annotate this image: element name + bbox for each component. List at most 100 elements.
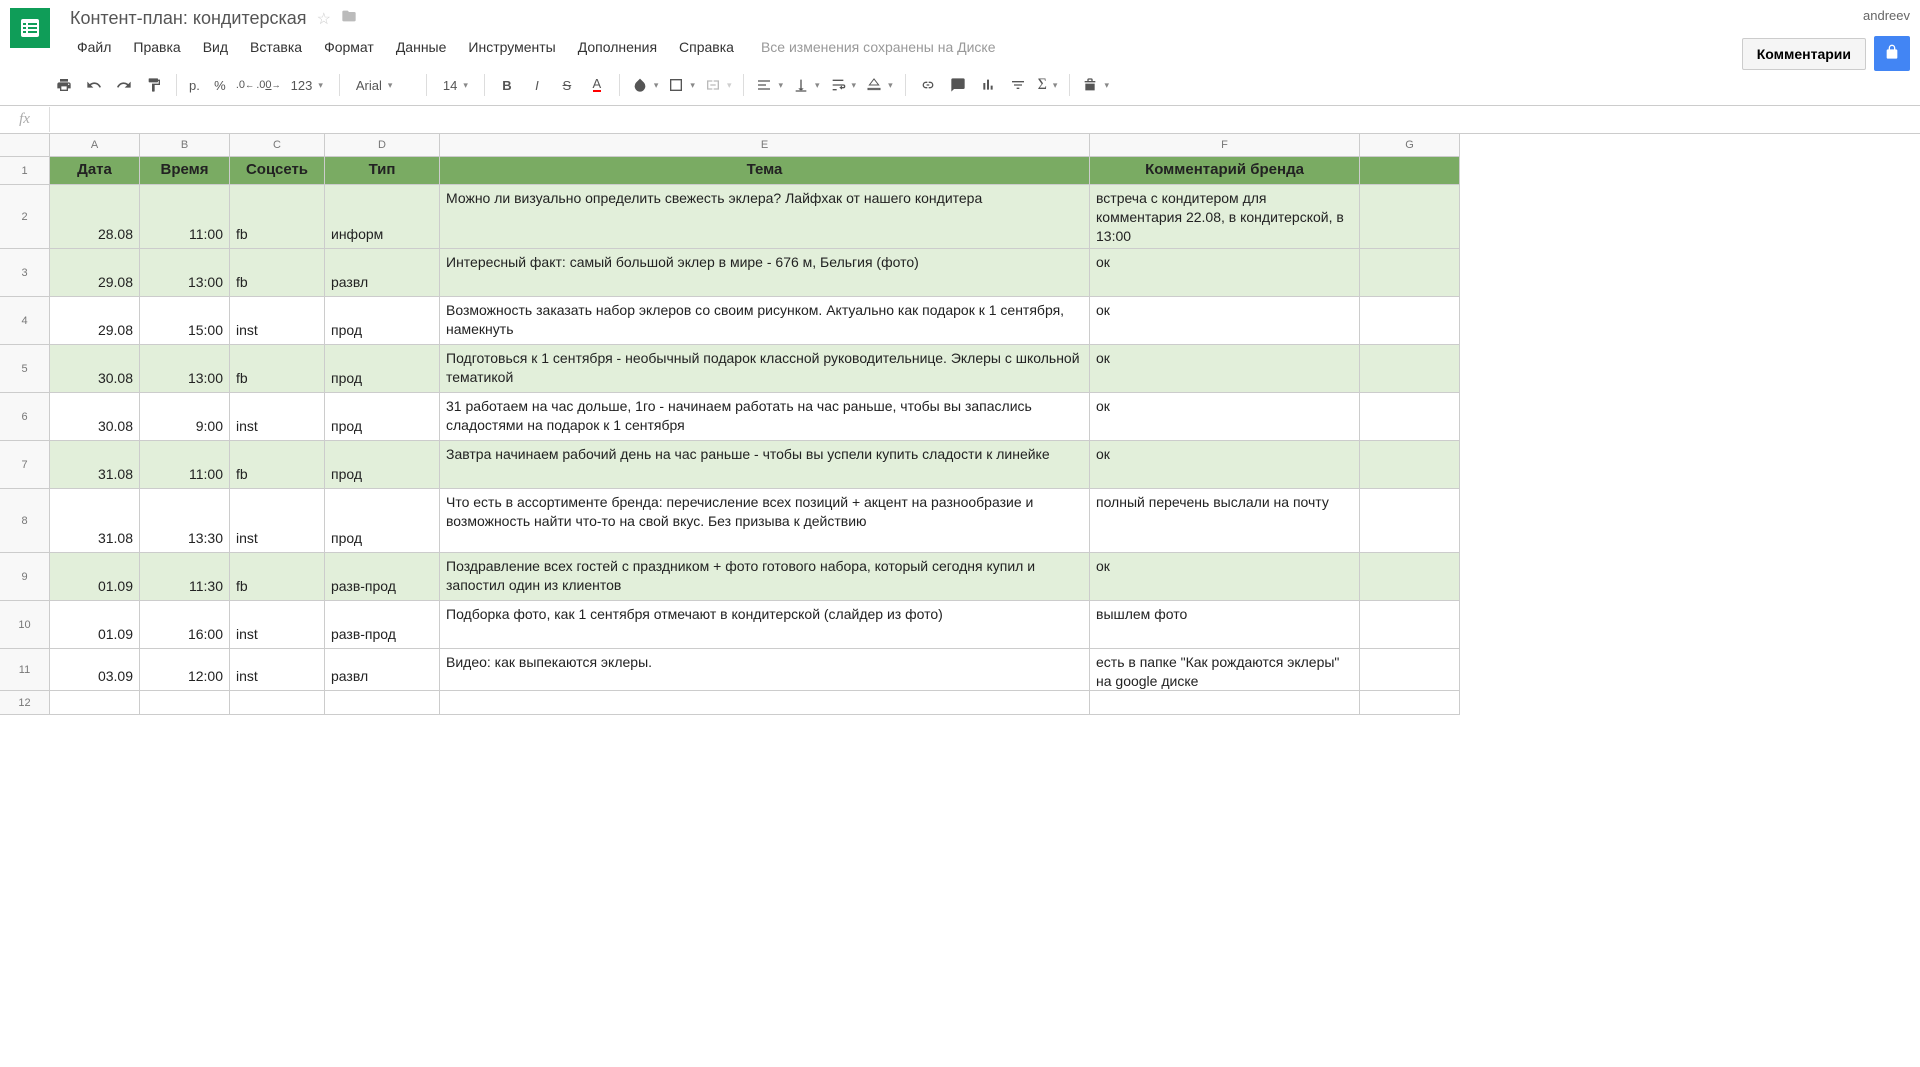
cell[interactable]: fb <box>230 249 325 297</box>
cell[interactable]: ок <box>1090 441 1360 489</box>
fill-color-button[interactable]: ▾ <box>628 72 663 98</box>
font-family-dropdown[interactable]: Arial▾ <box>348 72 418 98</box>
cell[interactable] <box>1360 157 1460 185</box>
cell[interactable]: 13:30 <box>140 489 230 553</box>
cell[interactable]: разв-прод <box>325 553 440 601</box>
cell[interactable]: 11:30 <box>140 553 230 601</box>
cell[interactable]: Время <box>140 157 230 185</box>
cell[interactable]: 31 работаем на час дольше, 1го - начинае… <box>440 393 1090 441</box>
cell[interactable]: прод <box>325 297 440 345</box>
user-name[interactable]: andreev <box>1863 8 1910 23</box>
horizontal-align-button[interactable]: ▾ <box>752 72 787 98</box>
cell[interactable]: 15:00 <box>140 297 230 345</box>
cell[interactable] <box>50 691 140 715</box>
cell[interactable] <box>1360 185 1460 249</box>
col-header-D[interactable]: D <box>325 134 440 157</box>
number-format-dropdown[interactable]: 123▾ <box>283 72 331 98</box>
borders-button[interactable]: ▾ <box>664 72 699 98</box>
merge-cells-button[interactable]: ▾ <box>701 72 736 98</box>
row-header-9[interactable]: 9 <box>0 553 50 601</box>
document-title[interactable]: Контент-план: кондитерская <box>70 8 307 29</box>
text-rotation-button[interactable]: ▾ <box>862 72 897 98</box>
paint-format-icon[interactable] <box>140 71 168 99</box>
cell[interactable]: 30.08 <box>50 393 140 441</box>
cell[interactable]: Комментарий бренда <box>1090 157 1360 185</box>
cell[interactable]: Подборка фото, как 1 сентября отмечают в… <box>440 601 1090 649</box>
row-header-2[interactable]: 2 <box>0 185 50 249</box>
menu-правка[interactable]: Правка <box>126 35 187 59</box>
folder-icon[interactable] <box>341 8 357 29</box>
insert-link-icon[interactable] <box>914 71 942 99</box>
col-header-C[interactable]: C <box>230 134 325 157</box>
cell[interactable]: есть в папке "Как рождаются эклеры" на g… <box>1090 649 1360 691</box>
text-wrap-button[interactable]: ▾ <box>826 72 861 98</box>
cell[interactable] <box>1360 691 1460 715</box>
cell[interactable]: 16:00 <box>140 601 230 649</box>
share-button[interactable] <box>1874 36 1910 71</box>
row-header-10[interactable]: 10 <box>0 601 50 649</box>
cell[interactable]: ок <box>1090 553 1360 601</box>
row-header-1[interactable]: 1 <box>0 157 50 185</box>
col-header-E[interactable]: E <box>440 134 1090 157</box>
text-color-button[interactable]: A <box>583 71 611 99</box>
cell[interactable]: Интересный факт: самый большой эклер в м… <box>440 249 1090 297</box>
menu-справка[interactable]: Справка <box>672 35 741 59</box>
cell[interactable]: прод <box>325 489 440 553</box>
cell[interactable]: Тема <box>440 157 1090 185</box>
cell[interactable] <box>1360 393 1460 441</box>
cell[interactable] <box>1360 345 1460 393</box>
cell[interactable] <box>1360 649 1460 691</box>
cell[interactable]: 31.08 <box>50 441 140 489</box>
row-header-12[interactable]: 12 <box>0 691 50 715</box>
decrease-decimal-button[interactable]: .0← <box>236 71 254 99</box>
cell[interactable] <box>1360 441 1460 489</box>
star-icon[interactable]: ☆ <box>317 9 331 29</box>
row-header-7[interactable]: 7 <box>0 441 50 489</box>
cell[interactable]: Что есть в ассортименте бренда: перечисл… <box>440 489 1090 553</box>
cell[interactable]: Возможность заказать набор эклеров со св… <box>440 297 1090 345</box>
menu-формат[interactable]: Формат <box>317 35 381 59</box>
increase-decimal-button[interactable]: .00→ <box>256 71 280 99</box>
menu-вставка[interactable]: Вставка <box>243 35 309 59</box>
cell[interactable]: fb <box>230 185 325 249</box>
cell[interactable] <box>1360 249 1460 297</box>
cell[interactable]: inst <box>230 601 325 649</box>
cell[interactable] <box>1090 691 1360 715</box>
insert-chart-icon[interactable] <box>974 71 1002 99</box>
insert-comment-icon[interactable] <box>944 71 972 99</box>
formula-input[interactable] <box>50 106 1920 133</box>
cell[interactable]: ок <box>1090 249 1360 297</box>
cell[interactable]: Тип <box>325 157 440 185</box>
menu-дополнения[interactable]: Дополнения <box>571 35 664 59</box>
cell[interactable]: inst <box>230 297 325 345</box>
cell[interactable]: ок <box>1090 345 1360 393</box>
currency-format-button[interactable]: р. <box>185 71 204 99</box>
menu-вид[interactable]: Вид <box>196 35 235 59</box>
cell[interactable]: Дата <box>50 157 140 185</box>
redo-icon[interactable] <box>110 71 138 99</box>
cell[interactable]: Можно ли визуально определить свежесть э… <box>440 185 1090 249</box>
select-all-corner[interactable] <box>0 134 50 157</box>
col-header-F[interactable]: F <box>1090 134 1360 157</box>
cell[interactable]: ок <box>1090 297 1360 345</box>
cell[interactable] <box>1360 489 1460 553</box>
cell[interactable] <box>230 691 325 715</box>
cell[interactable]: Завтра начинаем рабочий день на час рань… <box>440 441 1090 489</box>
menu-файл[interactable]: Файл <box>70 35 118 59</box>
percent-format-button[interactable]: % <box>206 71 234 99</box>
cell[interactable]: 11:00 <box>140 441 230 489</box>
cell[interactable]: 01.09 <box>50 601 140 649</box>
cell[interactable]: 13:00 <box>140 249 230 297</box>
cell[interactable]: inst <box>230 649 325 691</box>
col-header-B[interactable]: B <box>140 134 230 157</box>
font-size-dropdown[interactable]: 14▾ <box>435 72 476 98</box>
cell[interactable]: 28.08 <box>50 185 140 249</box>
cell[interactable]: 30.08 <box>50 345 140 393</box>
functions-button[interactable]: Σ▾ <box>1034 72 1062 98</box>
row-header-5[interactable]: 5 <box>0 345 50 393</box>
cell[interactable]: прод <box>325 393 440 441</box>
cell[interactable]: 11:00 <box>140 185 230 249</box>
menu-инструменты[interactable]: Инструменты <box>461 35 562 59</box>
cell[interactable]: развл <box>325 249 440 297</box>
cell[interactable]: fb <box>230 345 325 393</box>
